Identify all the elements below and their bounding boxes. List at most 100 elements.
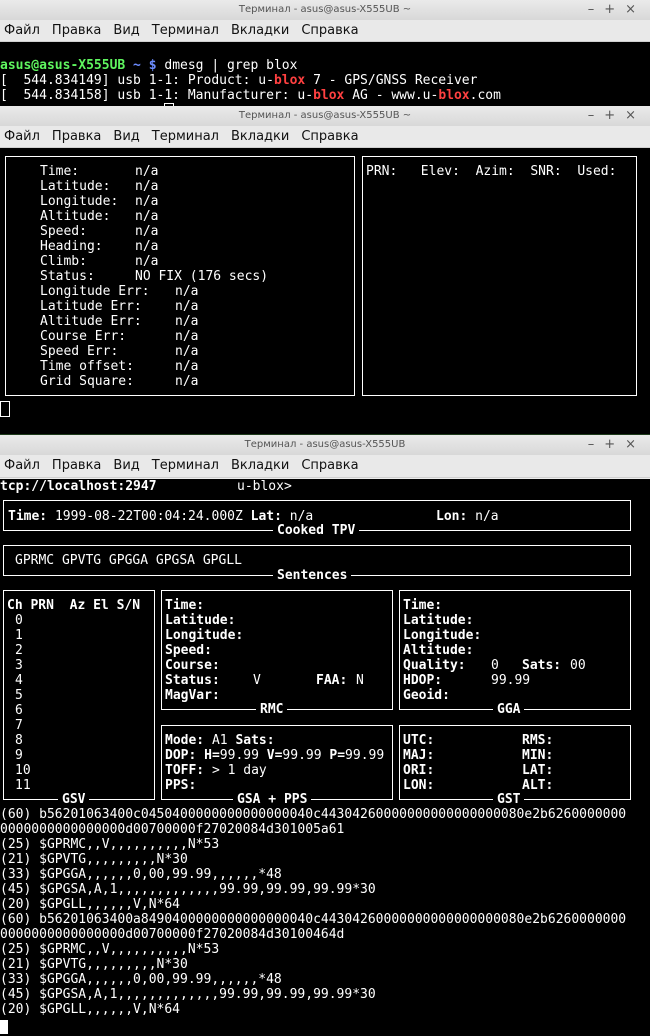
menu-bar: Файл Правка Вид Терминал Вкладки Справка: [0, 455, 650, 478]
log-line: 0000000000000000d00700000f27020084d30100…: [0, 927, 345, 942]
gsv-channel: 10: [15, 763, 31, 778]
menu-tabs[interactable]: Вкладки: [231, 129, 289, 144]
window-title: Терминал - asus@asus-X555UB: [244, 439, 406, 450]
gga-label: Longitude:: [403, 628, 482, 643]
error-value: n/a: [175, 299, 199, 314]
gsv-channel: 3: [15, 658, 23, 673]
rmc-label: Course:: [165, 658, 220, 673]
menu-help[interactable]: Справка: [301, 129, 358, 144]
rmc-status-label: Status:: [165, 673, 220, 688]
fix-values: n/a n/a n/a n/a n/a n/a n/a NO FIX (176 secs): [135, 164, 268, 284]
window-titlebar[interactable]: Терминал - asus@asus-X555UB ~ –+×: [0, 106, 650, 126]
error-value: n/a: [175, 314, 199, 329]
gst-label: RMS:: [522, 733, 554, 748]
log-line: (60) b56201063400a8490400000000000000040…: [0, 912, 627, 927]
gga-labels: Time: Latitude: Longitude: Altitude:: [403, 598, 481, 658]
menu-terminal[interactable]: Терминал: [152, 23, 219, 38]
terminal-window-1: Терминал - asus@asus-X555UB ~ –+× Файл Пр…: [0, 0, 650, 106]
rmc-label: Time:: [165, 598, 205, 613]
menu-tabs[interactable]: Вкладки: [231, 23, 289, 38]
gst-caption: GST: [493, 792, 525, 807]
window-titlebar[interactable]: Терминал - asus@asus-X555UB ~ –+×: [0, 0, 650, 20]
window-controls[interactable]: –+×: [588, 435, 646, 455]
error-label: Altitude Err:: [40, 314, 142, 329]
gga-hdop-label: HDOP:: [403, 673, 443, 688]
log-line: (33) $GPGGA,,,,,,0,00,99.99,,,,,,*48: [0, 867, 282, 882]
menu-edit[interactable]: Правка: [52, 129, 101, 144]
log-line: (21) $GPVTG,,,,,,,,,N*30: [0, 957, 188, 972]
window-controls[interactable]: –+×: [588, 106, 646, 126]
fix-labels: Time: Latitude: Longitude: Altitude: Speed: H…: [40, 164, 118, 284]
error-value: n/a: [175, 374, 199, 389]
menu-help[interactable]: Справка: [301, 23, 358, 38]
gga-hdop-value: 99.99: [491, 673, 531, 688]
menu-edit[interactable]: Правка: [52, 458, 101, 473]
gsa-toff-row: TOFF: > 1 day: [165, 763, 267, 778]
gsv-channel: 0: [15, 613, 23, 628]
satellite-headers: PRN: Elev: Azim: SNR: Used:: [366, 164, 617, 179]
error-label: Time offset:: [40, 359, 134, 374]
menu-view[interactable]: Вид: [113, 23, 139, 38]
gpsmon-output[interactable]: tcp://localhost:2947 u-blox> Time: 1999-…: [0, 479, 650, 1036]
err-values: n/a n/a n/a n/a n/a n/a n/a: [175, 284, 198, 389]
fix-value: n/a: [135, 239, 159, 254]
device-name: u-blox>: [237, 479, 292, 494]
log-line: (25) $GPRMC,,V,,,,,,,,,,N*53: [0, 942, 220, 957]
tpv-caption: Cooked TPV: [273, 523, 360, 538]
gsa-dop-row: DOP: H=99.99 V=99.99 P=99.99: [165, 748, 385, 763]
satellite-panel: [362, 156, 637, 396]
gsv-header: Ch PRN Az El S/N: [7, 598, 141, 613]
menu-edit[interactable]: Правка: [52, 23, 101, 38]
menu-terminal[interactable]: Терминал: [152, 458, 219, 473]
gsv-channel: 8: [15, 733, 23, 748]
gga-quality-label: Quality:: [403, 658, 466, 673]
error-value: n/a: [175, 284, 199, 299]
gsa-mode-row: Mode: A1 Sats:: [165, 733, 275, 748]
rmc-magvar-label: MagVar:: [165, 688, 220, 703]
fix-value: n/a: [135, 164, 159, 179]
menu-terminal[interactable]: Терминал: [152, 129, 219, 144]
gsv-channel: 2: [15, 643, 23, 658]
error-value: n/a: [175, 329, 199, 344]
text-cursor: [0, 401, 10, 417]
gst-label: LAT:: [522, 763, 554, 778]
gga-quality-value: 0: [491, 658, 499, 673]
menu-view[interactable]: Вид: [113, 129, 139, 144]
menu-tabs[interactable]: Вкладки: [231, 458, 289, 473]
terminal-window-2: Терминал - asus@asus-X555UB ~ –+× Файл Пр…: [0, 106, 650, 434]
gsa-pps-label: PPS:: [165, 778, 197, 793]
log-line: (45) $GPGSA,A,1,,,,,,,,,,,,,99.99,99.99,…: [0, 882, 376, 897]
log-line: (21) $GPVTG,,,,,,,,,N*30: [0, 852, 188, 867]
host-address: tcp://localhost:2947: [0, 479, 157, 494]
menu-file[interactable]: Файл: [4, 23, 40, 38]
menu-view[interactable]: Вид: [113, 458, 139, 473]
menu-file[interactable]: Файл: [4, 458, 40, 473]
fix-label: Latitude:: [40, 179, 111, 194]
rmc-faa-label: FAA:: [316, 673, 348, 688]
dmesg-line: [ 544.834149] usb 1-1: Product: u-blox 7…: [0, 73, 478, 88]
fix-value: n/a: [135, 254, 159, 269]
window-titlebar[interactable]: Терминал - asus@asus-X555UB –+×: [0, 435, 650, 455]
gsv-channel: 6: [15, 703, 23, 718]
fix-label: Time:: [40, 164, 80, 179]
gsv-channel: 4: [15, 673, 23, 688]
cgps-output[interactable]: Time: Latitude: Longitude: Altitude: Speed: H…: [0, 148, 650, 434]
gga-label: Latitude:: [403, 613, 474, 628]
err-labels: Longitude Err: Latitude Err: Altitude Err:…: [40, 284, 150, 389]
window-controls[interactable]: –+×: [588, 0, 646, 20]
log-line: (60) b56201063400c0450400000000000000040…: [0, 807, 627, 822]
error-label: Course Err:: [40, 329, 127, 344]
text-cursor: [0, 1020, 8, 1036]
gga-caption: GGA: [493, 702, 525, 717]
rmc-faa-value: N: [356, 673, 364, 688]
fix-label: Heading:: [40, 239, 103, 254]
gsv-channel: 1: [15, 628, 23, 643]
terminal-output[interactable]: asus@asus-X555UB ~ $ dmesg | grep blox[ …: [0, 42, 650, 106]
menu-file[interactable]: Файл: [4, 129, 40, 144]
log-line: 0000000000000000d00700000f27020084d30100…: [0, 822, 345, 837]
error-value: n/a: [175, 359, 199, 374]
menu-help[interactable]: Справка: [301, 458, 358, 473]
gst-label: MAJ:: [403, 748, 435, 763]
gga-sats-value: 00: [570, 658, 586, 673]
log-line: (20) $GPGLL,,,,,,V,N*64: [0, 1002, 181, 1017]
